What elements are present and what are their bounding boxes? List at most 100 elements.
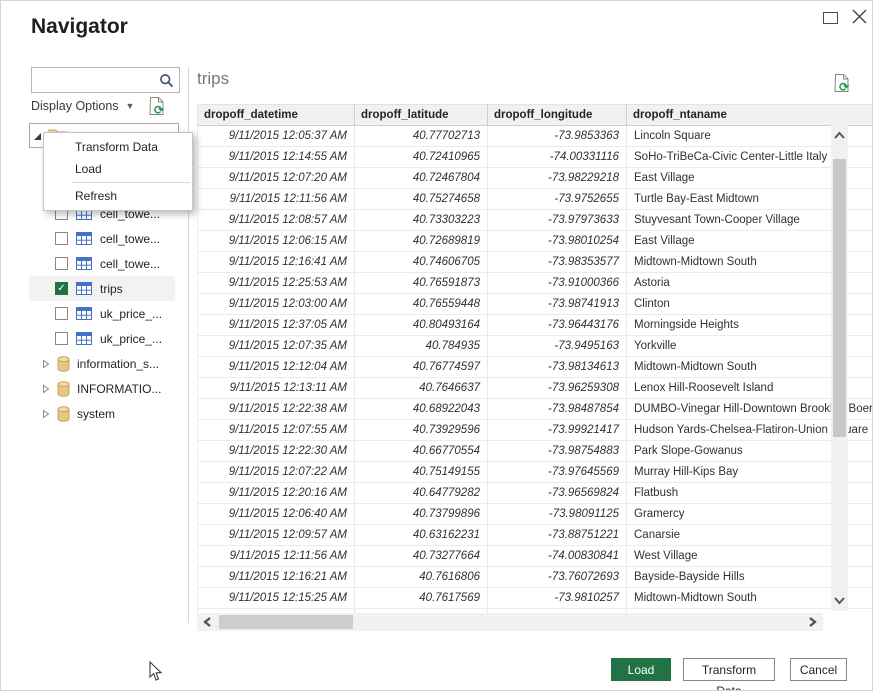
menu-item-transform-data[interactable]: Transform Data	[44, 136, 192, 158]
table-cell: -74.00830841	[488, 546, 627, 567]
search-input[interactable]	[36, 70, 158, 92]
table-icon	[76, 307, 92, 320]
table-icon	[76, 332, 92, 345]
table-cell: 9/11/2015 12:09:57 AM	[198, 525, 355, 546]
collapsed-arrow-icon[interactable]	[42, 359, 50, 369]
table-cell: -73.96569824	[488, 483, 627, 504]
search-box[interactable]	[31, 67, 180, 93]
table-cell: 40.7616806	[355, 567, 488, 588]
table-cell: -73.91000366	[488, 273, 627, 294]
refresh-list-icon[interactable]: ⟳	[149, 96, 165, 116]
table-cell: 9/11/2015 12:07:55 AM	[198, 420, 355, 441]
table-cell: 9/11/2015 12:07:20 AM	[198, 168, 355, 189]
table-row: 9/11/2015 12:09:57 AM40.63162231-73.8875…	[198, 525, 873, 546]
table-cell: -73.88751221	[488, 525, 627, 546]
tree-item-label: uk_price_...	[100, 307, 162, 321]
tree-item-database[interactable]: system	[29, 401, 175, 426]
checkbox[interactable]	[55, 332, 68, 345]
cancel-button[interactable]: Cancel	[790, 658, 847, 681]
tree-item-table[interactable]: ✓trips	[29, 276, 175, 301]
search-icon[interactable]	[159, 73, 174, 88]
table-cell: 9/11/2015 12:06:40 AM	[198, 504, 355, 525]
table-cell: 40.784935	[355, 336, 488, 357]
tree-item-label: INFORMATIO...	[77, 382, 161, 396]
table-row: 9/11/2015 12:03:00 AM40.76559448-73.9874…	[198, 294, 873, 315]
horizontal-scrollbar[interactable]	[197, 613, 823, 631]
load-button[interactable]: Load	[611, 658, 671, 681]
table-row: 9/11/2015 12:16:41 AM40.74606705-73.9835…	[198, 252, 873, 273]
menu-item-refresh[interactable]: Refresh	[44, 185, 192, 207]
tree-item-database[interactable]: INFORMATIO...	[29, 376, 175, 401]
horizontal-scroll-thumb[interactable]	[219, 615, 353, 629]
refresh-preview-icon[interactable]: ⟳	[834, 73, 850, 93]
table-cell: -73.98010254	[488, 231, 627, 252]
tree-item-table[interactable]: uk_price_...	[29, 301, 175, 326]
table-row: 9/11/2015 12:13:11 AM40.7646637-73.96259…	[198, 378, 873, 399]
tree-item-database[interactable]: information_s...	[29, 351, 175, 376]
table-row: 9/11/2015 12:07:20 AM40.72467804-73.9822…	[198, 168, 873, 189]
table-cell: 40.76774597	[355, 357, 488, 378]
expanded-arrow-icon[interactable]	[33, 132, 42, 141]
chevron-down-icon: ▼	[126, 101, 135, 111]
table-cell: 9/11/2015 12:07:35 AM	[198, 336, 355, 357]
collapsed-arrow-icon[interactable]	[42, 409, 50, 419]
checkbox[interactable]: ✓	[55, 282, 68, 295]
table-cell: 9/11/2015 12:16:41 AM	[198, 252, 355, 273]
dialog-title: Navigator	[31, 15, 128, 39]
preview-table: dropoff_datetimedropoff_latitudedropoff_…	[197, 104, 873, 613]
maximize-icon[interactable]	[823, 12, 838, 24]
table-cell: 40.64779282	[355, 483, 488, 504]
tree-item-table[interactable]: uk_price_...	[29, 326, 175, 351]
tree-item-table[interactable]: cell_towe...	[29, 226, 175, 251]
navigator-tree: cell_towe...cell_towe...cell_towe...✓tri…	[29, 201, 175, 426]
checkbox[interactable]	[55, 257, 68, 270]
collapsed-arrow-icon[interactable]	[42, 384, 50, 394]
preview-table-wrap: dropoff_datetimedropoff_latitudedropoff_…	[197, 104, 831, 613]
vertical-scrollbar[interactable]	[831, 125, 848, 611]
table-row: 9/11/2015 12:07:22 AM40.75149155-73.9764…	[198, 462, 873, 483]
menu-item-load[interactable]: Load	[44, 158, 192, 180]
scroll-right-icon[interactable]	[808, 616, 817, 628]
table-cell: 9/11/2015 12:20:16 AM	[198, 483, 355, 504]
table-row: 9/11/2015 12:11:56 AM40.73277664-74.0083…	[198, 546, 873, 567]
table-cell: -73.98487854	[488, 399, 627, 420]
display-options-label: Display Options	[31, 99, 119, 113]
table-row: 9/11/2015 12:05:37 AM40.77702713-73.9853…	[198, 126, 873, 147]
column-header: dropoff_datetime	[198, 105, 355, 126]
transform-data-button[interactable]: Transform Data	[683, 658, 775, 681]
table-cell: 40.73303223	[355, 210, 488, 231]
table-cell: 9/11/2015 12:15:25 AM	[198, 588, 355, 609]
tree-item-label: cell_towe...	[100, 232, 160, 246]
table-cell: -73.9810257	[488, 588, 627, 609]
table-cell: 9/11/2015 12:22:38 AM	[198, 399, 355, 420]
scroll-up-icon[interactable]	[833, 131, 846, 140]
table-cell: 40.68922043	[355, 399, 488, 420]
checkbox[interactable]	[55, 307, 68, 320]
table-cell: -73.9853363	[488, 126, 627, 147]
table-row: 9/11/2015 12:37:05 AM40.80493164-73.9644…	[198, 315, 873, 336]
close-icon[interactable]	[851, 8, 868, 25]
tree-item-label: system	[77, 407, 115, 421]
table-cell: 9/11/2015 12:11:56 AM	[198, 189, 355, 210]
table-cell: -73.9752655	[488, 189, 627, 210]
table-cell: -73.98741913	[488, 294, 627, 315]
table-row: 9/11/2015 12:07:35 AM40.784935-73.949516…	[198, 336, 873, 357]
checkbox[interactable]	[55, 232, 68, 245]
table-cell: -73.76072693	[488, 567, 627, 588]
refresh-arrows-icon: ⟳	[154, 104, 164, 116]
tree-item-table[interactable]: cell_towe...	[29, 251, 175, 276]
vertical-scroll-thumb[interactable]	[833, 159, 846, 437]
menu-separator	[72, 182, 190, 183]
table-cell: 9/11/2015 12:25:53 AM	[198, 273, 355, 294]
table-cell: -73.96259308	[488, 378, 627, 399]
table-row: 9/11/2015 12:06:15 AM40.72689819-73.9801…	[198, 231, 873, 252]
table-cell: 9/11/2015 12:06:15 AM	[198, 231, 355, 252]
table-cell: 9/11/2015 12:11:56 AM	[198, 546, 355, 567]
scroll-down-icon[interactable]	[833, 596, 846, 605]
scroll-left-icon[interactable]	[203, 616, 212, 628]
table-cell: -73.96443176	[488, 315, 627, 336]
table-cell: 40.76559448	[355, 294, 488, 315]
preview-title: trips	[197, 69, 229, 89]
table-cell: 40.72689819	[355, 231, 488, 252]
table-row: 9/11/2015 12:22:30 AM40.66770554-73.9875…	[198, 441, 873, 462]
